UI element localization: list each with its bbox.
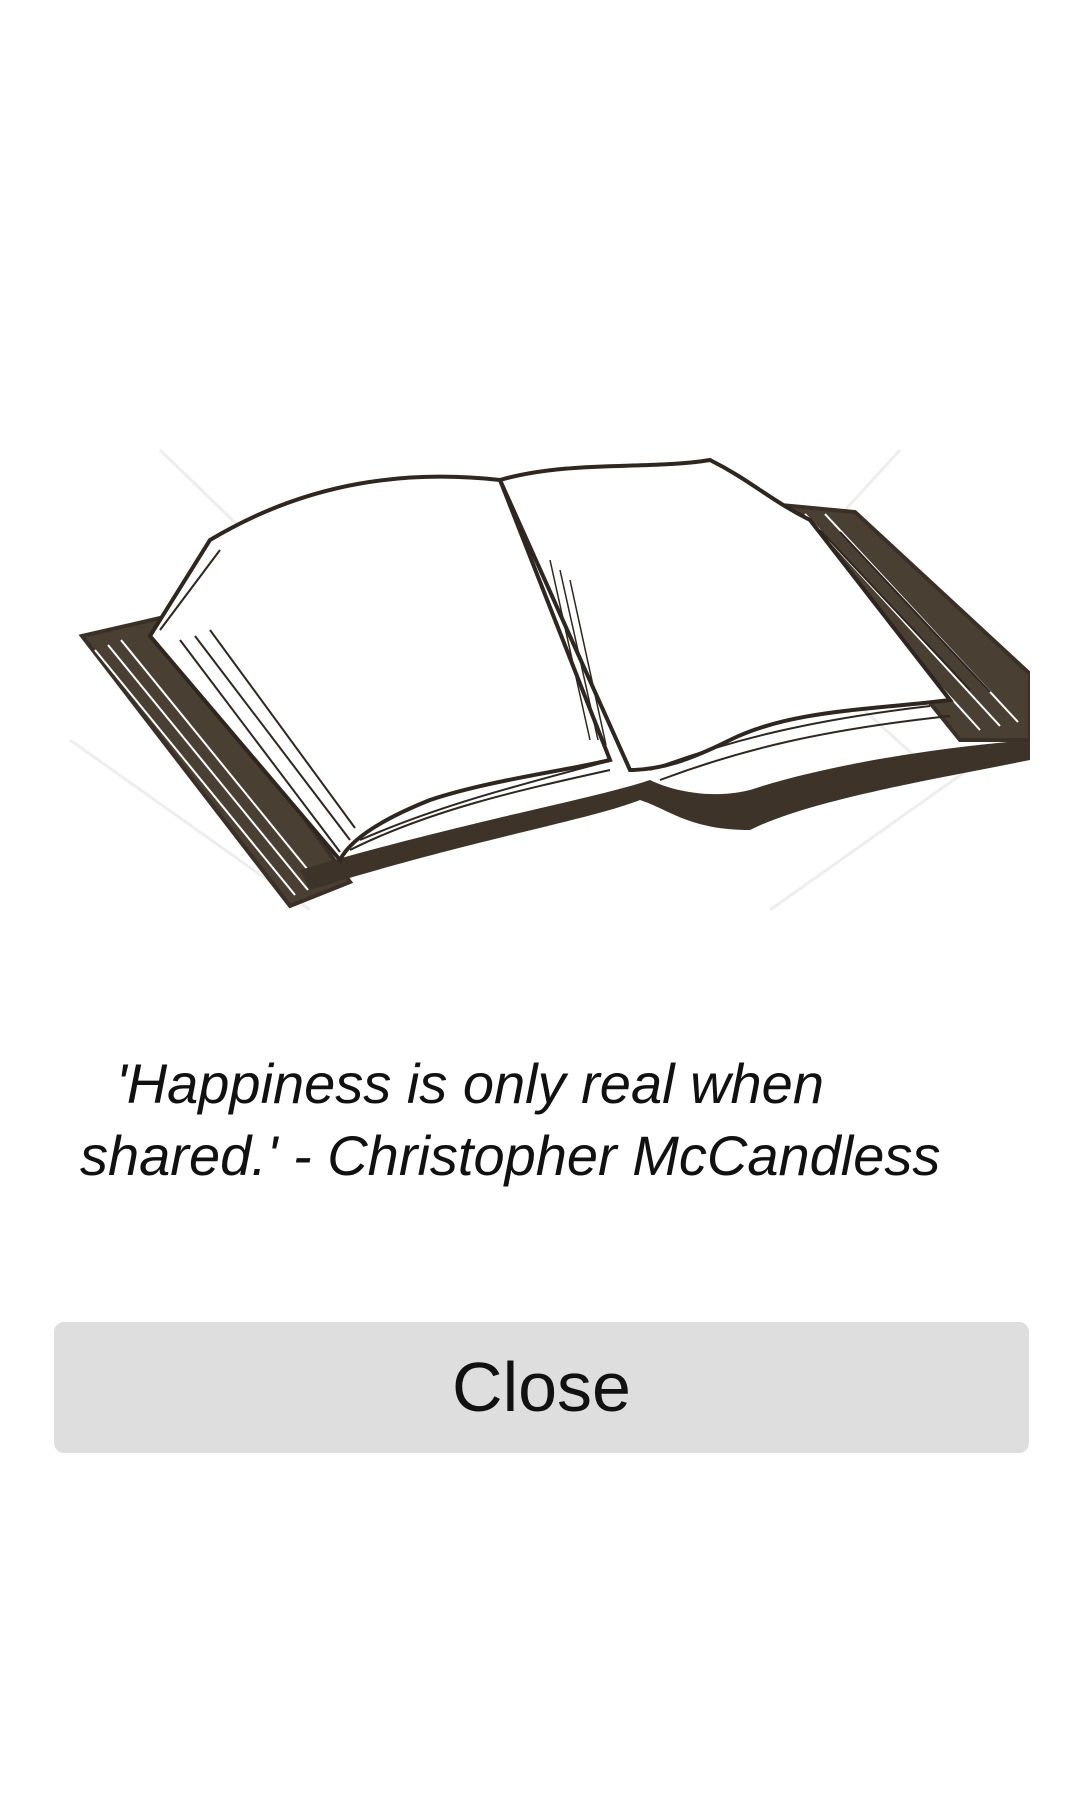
quote-text: 'Happiness is only real when shared.' - …	[80, 1052, 941, 1187]
close-button[interactable]: Close	[54, 1322, 1029, 1453]
open-book-icon	[69, 448, 1030, 912]
open-book-illustration	[50, 440, 1030, 930]
